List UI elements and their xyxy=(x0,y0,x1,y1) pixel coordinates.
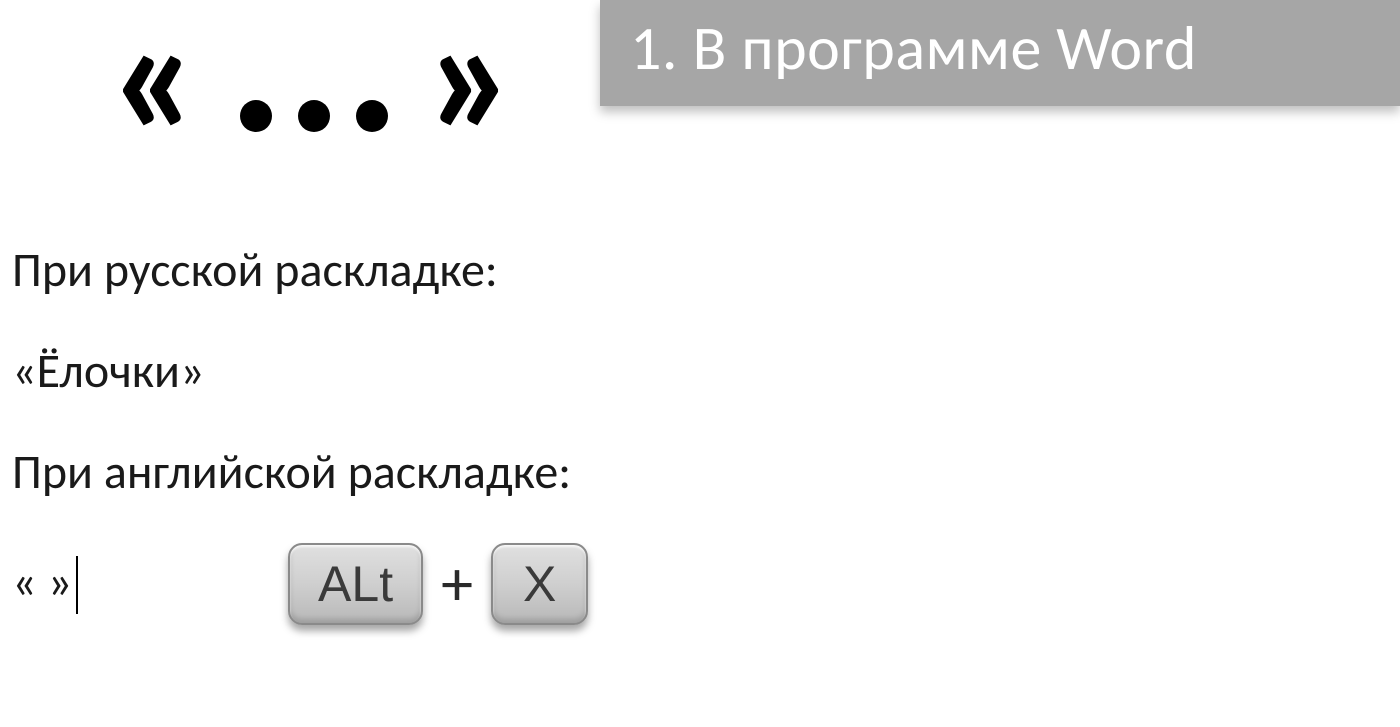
guillemets-symbol-display: « » xyxy=(0,0,600,160)
russian-layout-example: «Ёлочки» xyxy=(12,341,1400,400)
slide-title: 1. В программе Word xyxy=(600,0,1400,106)
russian-layout-label: При русской раскладке: xyxy=(12,240,1400,299)
english-layout-label: При английской раскладке: xyxy=(12,442,1400,501)
ellipsis-icon xyxy=(240,100,388,160)
plus-icon: + xyxy=(441,545,473,623)
x-key: X xyxy=(491,543,588,625)
close-guillemet-icon: » xyxy=(426,0,518,164)
shortcut-keys: ALt + X xyxy=(288,543,588,625)
open-guillemet-icon: « xyxy=(110,0,202,164)
text-cursor-icon xyxy=(76,556,78,614)
alt-key: ALt xyxy=(288,543,423,625)
english-layout-example: « » xyxy=(12,552,78,616)
content-body: При русской раскладке: «Ёлочки» При англ… xyxy=(0,160,1400,625)
